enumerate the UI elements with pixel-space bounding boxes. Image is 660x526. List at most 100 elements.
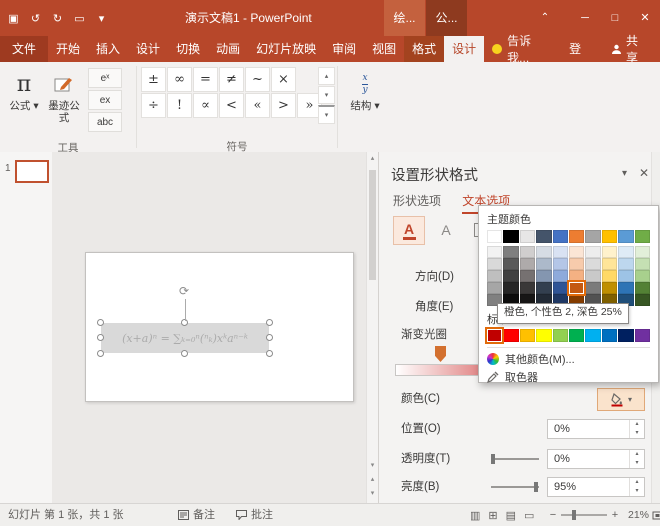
theme-color-swatch[interactable] bbox=[585, 282, 600, 294]
pane-close-icon[interactable]: ✕ bbox=[639, 166, 649, 180]
theme-color-swatch[interactable] bbox=[487, 246, 502, 258]
theme-color-swatch[interactable] bbox=[585, 246, 600, 258]
theme-color-swatch[interactable] bbox=[569, 246, 584, 258]
color-swatch[interactable] bbox=[585, 329, 600, 342]
ribbon-tab[interactable]: 视图 bbox=[364, 36, 404, 62]
symbol-button[interactable]: « bbox=[245, 93, 270, 118]
structures-button[interactable]: x y 结构 ▾ bbox=[345, 68, 385, 112]
tab-shape-options[interactable]: 形状选项 bbox=[393, 192, 441, 212]
ribbon-tab[interactable]: 幻灯片放映 bbox=[248, 36, 324, 62]
start-slideshow-icon[interactable]: ▭ bbox=[72, 12, 87, 25]
ribbon-display-options-icon[interactable]: ⌃ bbox=[530, 0, 560, 36]
symbol-button[interactable]: > bbox=[271, 93, 296, 118]
slider-thumb[interactable] bbox=[491, 454, 495, 464]
theme-color-swatch[interactable] bbox=[618, 230, 633, 243]
symbol-button[interactable]: ≠ bbox=[219, 67, 244, 92]
theme-color-swatch[interactable] bbox=[553, 258, 568, 270]
color-swatch[interactable] bbox=[602, 329, 617, 342]
theme-color-swatch[interactable] bbox=[536, 230, 551, 243]
selection-handle[interactable] bbox=[97, 350, 104, 357]
redo-icon[interactable]: ↻ bbox=[50, 12, 65, 25]
color-swatch[interactable] bbox=[536, 329, 551, 342]
ribbon-tab[interactable]: 开始 bbox=[48, 36, 88, 62]
theme-color-swatch[interactable] bbox=[503, 230, 518, 243]
slider-thumb[interactable] bbox=[534, 482, 538, 492]
maximize-button[interactable]: □ bbox=[600, 0, 630, 36]
color-swatch[interactable] bbox=[503, 329, 518, 342]
theme-color-swatch[interactable] bbox=[618, 258, 633, 270]
rotation-handle[interactable]: ⟳ bbox=[179, 285, 189, 297]
gradient-color-button[interactable]: ▾ bbox=[597, 388, 645, 411]
zoom-out-button[interactable]: − bbox=[548, 509, 558, 521]
symbols-scroll-down-icon[interactable]: ▾ bbox=[318, 86, 335, 104]
symbol-button[interactable]: ! bbox=[167, 93, 192, 118]
tab-file[interactable]: 文件 bbox=[0, 36, 48, 62]
theme-color-swatch[interactable] bbox=[536, 282, 551, 294]
tab-equation-design[interactable]: 设计 bbox=[444, 36, 484, 62]
symbol-button[interactable]: ± bbox=[141, 67, 166, 92]
minimize-button[interactable]: ─ bbox=[570, 0, 600, 36]
symbol-button[interactable]: < bbox=[219, 93, 244, 118]
theme-color-swatch[interactable] bbox=[520, 270, 535, 282]
next-slide-icon[interactable]: ▾ bbox=[367, 487, 378, 501]
tell-me-box[interactable]: 告诉我... bbox=[484, 36, 561, 62]
theme-color-swatch[interactable] bbox=[602, 230, 617, 243]
scroll-down-icon[interactable]: ▾ bbox=[367, 459, 378, 473]
symbol-button[interactable]: ∞ bbox=[167, 67, 192, 92]
equation-format-button[interactable]: eˣ bbox=[88, 68, 122, 88]
theme-color-swatch[interactable] bbox=[487, 258, 502, 270]
color-swatch[interactable] bbox=[635, 329, 650, 342]
canvas-scrollbar[interactable]: ▴ ▾ ▴ ▾ bbox=[366, 152, 378, 503]
theme-color-swatch[interactable] bbox=[569, 270, 584, 282]
symbol-button[interactable]: ~ bbox=[245, 67, 270, 92]
slide[interactable]: (x+a)ⁿ = ∑ₖ₌₀ⁿ(ⁿₖ)xᵏaⁿ⁻ᵏ ⟳ bbox=[85, 252, 354, 402]
transparency-spinner[interactable]: 0% ▴▾ bbox=[547, 449, 645, 469]
theme-color-swatch[interactable] bbox=[569, 282, 584, 294]
theme-color-swatch[interactable] bbox=[569, 230, 584, 243]
theme-color-swatch[interactable] bbox=[503, 246, 518, 258]
ribbon-tab[interactable]: 动画 bbox=[208, 36, 248, 62]
transparency-slider[interactable] bbox=[491, 458, 539, 460]
theme-color-swatch[interactable] bbox=[536, 270, 551, 282]
ribbon-tab[interactable]: 审阅 bbox=[324, 36, 364, 62]
save-icon[interactable]: ▣ bbox=[6, 12, 21, 25]
theme-color-swatch[interactable] bbox=[635, 246, 650, 258]
theme-color-swatch[interactable] bbox=[553, 246, 568, 258]
more-colors-item[interactable]: 其他颜色(M)... bbox=[487, 350, 650, 368]
equation-object[interactable]: (x+a)ⁿ = ∑ₖ₌₀ⁿ(ⁿₖ)xᵏaⁿ⁻ᵏ ⟳ bbox=[101, 323, 269, 353]
theme-color-swatch[interactable] bbox=[602, 270, 617, 282]
theme-color-swatch[interactable] bbox=[635, 294, 650, 306]
theme-color-swatch[interactable] bbox=[618, 246, 633, 258]
normal-view-button[interactable]: ▥ bbox=[470, 509, 480, 522]
theme-color-swatch[interactable] bbox=[503, 270, 518, 282]
symbol-button[interactable]: ∝ bbox=[193, 93, 218, 118]
selection-handle[interactable] bbox=[97, 334, 104, 341]
position-spinner[interactable]: 0% ▴▾ bbox=[547, 419, 645, 439]
symbol-button[interactable]: = bbox=[193, 67, 218, 92]
theme-color-swatch[interactable] bbox=[635, 230, 650, 243]
equation-format-button[interactable]: ex bbox=[88, 90, 122, 110]
theme-color-swatch[interactable] bbox=[569, 258, 584, 270]
theme-color-swatch[interactable] bbox=[520, 246, 535, 258]
theme-color-swatch[interactable] bbox=[585, 258, 600, 270]
eyedropper-item[interactable]: 取色器 bbox=[487, 368, 650, 386]
theme-color-swatch[interactable] bbox=[602, 258, 617, 270]
zoom-slider[interactable] bbox=[561, 514, 607, 516]
text-effects-icon[interactable]: A bbox=[431, 216, 461, 243]
previous-slide-icon[interactable]: ▴ bbox=[367, 473, 378, 487]
close-button[interactable]: ✕ bbox=[630, 0, 660, 36]
theme-color-swatch[interactable] bbox=[553, 282, 568, 294]
gradient-stop[interactable] bbox=[435, 346, 446, 362]
theme-color-swatch[interactable] bbox=[487, 230, 502, 243]
reading-view-button[interactable]: ▤ bbox=[506, 509, 516, 522]
theme-color-swatch[interactable] bbox=[618, 282, 633, 294]
tab-format[interactable]: 格式 bbox=[404, 36, 444, 62]
brightness-spinner[interactable]: 95% ▴▾ bbox=[547, 477, 645, 497]
scrollbar-thumb[interactable] bbox=[369, 170, 376, 280]
selection-handle[interactable] bbox=[266, 334, 273, 341]
theme-color-swatch[interactable] bbox=[635, 282, 650, 294]
brightness-slider[interactable] bbox=[491, 486, 539, 488]
theme-color-swatch[interactable] bbox=[520, 258, 535, 270]
symbols-scroll-up-icon[interactable]: ▴ bbox=[318, 67, 335, 85]
color-swatch[interactable] bbox=[553, 329, 568, 342]
